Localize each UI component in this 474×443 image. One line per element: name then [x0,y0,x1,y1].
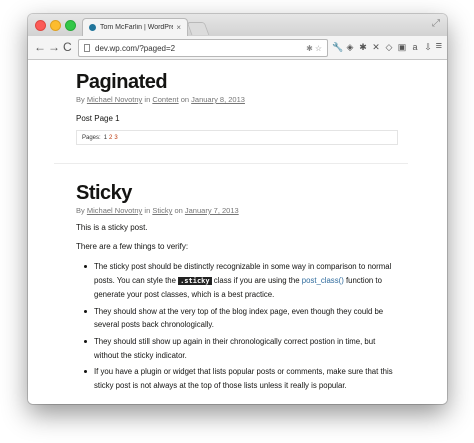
title-bar: Tom McFarlin | WordPress × ⤢ [28,14,447,36]
wrench-icon[interactable]: 🔧 [332,41,343,53]
post-paginated: Paginated By Michael Novotny in Content … [76,70,398,145]
post-body-text: Post Page 1 [76,114,120,123]
extension-puzzle-icon[interactable]: ✱ [306,44,313,53]
pocket-icon[interactable]: ◇ [384,41,394,53]
pages-label: Pages: [82,134,101,141]
close-window-icon[interactable] [35,20,46,31]
meta-by: By [76,206,85,215]
window-icon[interactable]: ▣ [397,41,407,53]
x-extension-icon[interactable]: ✕ [371,41,381,53]
list-item: If you have a plugin or widget that list… [84,365,398,392]
page-current: 1 [103,134,108,141]
post-meta: By Michael Novotny in Content on January… [76,95,398,104]
address-bar[interactable]: dev.wp.com/?paged=2 ✱ ☆ [78,39,328,57]
cog-icon[interactable]: ✱ [358,41,368,53]
zoom-window-icon[interactable] [65,20,76,31]
sticky-class-code: .sticky [178,276,212,285]
tab-active[interactable]: Tom McFarlin | WordPress × [82,18,188,36]
tab-close-icon[interactable]: × [176,23,181,32]
page-icon [84,44,90,52]
bookmark-star-icon[interactable]: ☆ [315,44,322,53]
amazon-icon[interactable]: a [410,41,420,53]
fullscreen-icon[interactable]: ⤢ [432,18,440,29]
category-link[interactable]: Sticky [152,206,172,215]
meta-on: on [180,95,190,104]
menu-icon[interactable]: ≡ [436,40,442,52]
new-tab-button[interactable] [186,22,210,35]
page-links: Pages: 1 2 3 [76,130,398,145]
list-item: The sticky post should be distinctly rec… [84,260,398,302]
author-link[interactable]: Michael Novotny [87,95,142,104]
post-title[interactable]: Paginated [76,70,398,94]
post-meta: By Michael Novotny in Sticky on January … [76,206,398,215]
verify-list: The sticky post should be distinctly rec… [76,260,398,392]
page-link-2[interactable]: 2 [109,135,112,141]
page-content: Paginated By Michael Novotny in Content … [28,60,447,404]
arrow-icon[interactable]: ⇩ [423,41,433,53]
post-divider [54,163,408,164]
post-paragraph: This is a sticky post. [76,223,148,232]
back-arrow-icon[interactable]: ← [34,40,46,54]
forward-arrow-icon[interactable]: → [48,40,60,54]
meta-on: on [174,206,183,215]
page-link-3[interactable]: 3 [114,135,117,141]
url-text[interactable]: dev.wp.com/?paged=2 [95,44,304,53]
post-sticky: Sticky By Michael Novotny in Sticky on J… [76,181,398,395]
post-paragraph: There are a few things to verify: [76,242,189,251]
extension-icons: 🔧 ◈ ✱ ✕ ◇ ▣ a ⇩ [332,41,433,53]
layers-icon[interactable]: ◈ [345,41,355,53]
meta-by: By [76,95,85,104]
browser-window: Tom McFarlin | WordPress × ⤢ ← → C dev.w… [28,14,447,404]
author-link[interactable]: Michael Novotny [87,206,142,215]
list-item: They should still show up again in their… [84,335,398,362]
reload-icon[interactable]: C [63,40,72,54]
tab-title: Tom McFarlin | WordPress [100,24,174,31]
list-item-text: class if you are using the [211,275,302,285]
date-link[interactable]: January 8, 2013 [191,95,245,104]
browser-toolbar: ← → C dev.wp.com/?paged=2 ✱ ☆ 🔧 ◈ ✱ ✕ ◇ … [28,36,447,60]
meta-in: in [144,206,151,215]
wordpress-favicon-icon [89,24,96,31]
post-class-link[interactable]: post_class() [302,276,344,285]
date-link[interactable]: January 7, 2013 [185,206,239,215]
minimize-window-icon[interactable] [50,20,61,31]
list-item: They should show at the very top of the … [84,305,398,332]
meta-in: in [144,95,151,104]
post-title[interactable]: Sticky [76,181,398,205]
category-link[interactable]: Content [152,95,178,104]
